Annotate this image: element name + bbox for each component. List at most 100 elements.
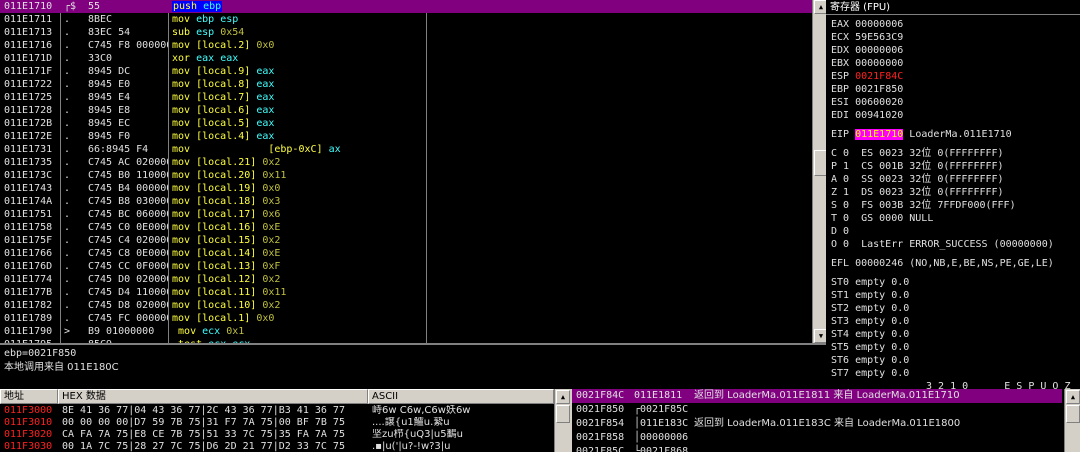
register-value[interactable]: 011E1710 <box>855 129 904 140</box>
disasm-instruction: mov [local.12],0x2 <box>172 274 281 285</box>
disasm-hex: C745 C8 0E000000 <box>88 248 168 259</box>
register-ebp[interactable]: EBP 0021F850 <box>831 83 903 96</box>
register-ebx[interactable]: EBX 00000000 <box>831 57 903 70</box>
register-value[interactable]: 00941020 <box>855 110 903 121</box>
disasm-row[interactable]: 011E1735. C745 AC 02000000 mov [local.21],… <box>0 156 812 169</box>
dump-header-ascii[interactable]: ASCII <box>368 389 554 404</box>
disasm-indicator: . <box>64 92 71 103</box>
stack-row[interactable]: 0021F858 │00000006 <box>572 431 1062 445</box>
disasm-row[interactable]: 011E1728. 8945 E8 mov [local.6],eax <box>0 104 812 117</box>
register-edx[interactable]: EDX 00000006 <box>831 44 903 57</box>
registers-pane[interactable]: 寄存器 (FPU) EAX 00000006 ECX 59E563C9 EDX 00… <box>826 0 1080 389</box>
stack-value: │00000006 <box>634 432 689 443</box>
disasm-row[interactable]: 011E1710 ┌$ 55 push ebp <box>0 0 812 13</box>
scroll-thumb[interactable] <box>556 405 570 423</box>
disasm-indicator: . <box>64 40 71 51</box>
stack-address: 0021F84C <box>576 390 625 401</box>
disasm-row[interactable]: 011E1766. C745 C8 0E000000 mov [local.14],… <box>0 247 812 260</box>
disasm-row[interactable]: 011E1725. 8945 E4 mov [local.7],eax <box>0 91 812 104</box>
disasm-address: 011E1743 <box>4 183 53 194</box>
stack-pane[interactable]: 0021F84C 011E1811 返回到 LoaderMa.011E1811 来自… <box>572 389 1080 452</box>
register-value[interactable]: 0021F84C <box>855 71 903 82</box>
register-esp[interactable]: ESP 0021F84C <box>831 70 903 83</box>
dump-ascii: 峙6w C6w,C6w妖6w <box>372 405 471 416</box>
flag-segment-line[interactable]: D 0 <box>831 225 849 238</box>
stack-row[interactable]: 0021F85C └0021F868 <box>572 445 1062 452</box>
dump-row[interactable]: 011F3030 00 1A 7C 75|28 27 7C 75|D6 2D 21… <box>0 441 554 452</box>
fpu-register[interactable]: ST0 empty 0.0 <box>831 276 909 289</box>
stack-row[interactable]: 0021F84C 011E1811 返回到 LoaderMa.011E1811 来自… <box>572 389 1062 403</box>
dump-header-address[interactable]: 地址 <box>0 389 58 404</box>
dump-hex: 00 1A 7C 75|28 27 7C 75|D6 2D 21 77|D2 3… <box>62 441 345 452</box>
fpu-register[interactable]: ST2 empty 0.0 <box>831 302 909 315</box>
flag-segment-line[interactable]: S 0 FS 003B 32位 7FFDF000(FFF) <box>831 199 1016 212</box>
disasm-row[interactable]: 011E1774. C745 D0 02000000 mov [local.12],… <box>0 273 812 286</box>
disasm-row[interactable]: 011E1731. 66:8945 F4 mov word ptr ss:[ebp-… <box>0 143 812 156</box>
scroll-up-icon[interactable]: ▲ <box>1066 390 1080 404</box>
disasm-row[interactable]: 011E172E. 8945 F0 mov [local.4],eax <box>0 130 812 143</box>
register-value[interactable]: 00000000 <box>855 58 903 69</box>
dump-row[interactable]: 011F3020 CA FA 7A 75|E8 CE 7B 75|51 33 7C… <box>0 429 554 441</box>
dump-header-hex[interactable]: HEX 数据 <box>58 389 368 404</box>
dump-row[interactable]: 011F3000 8E 41 36 77|04 43 36 77|2C 43 36… <box>0 405 554 417</box>
dump-scrollbar[interactable]: ▲ <box>554 389 570 452</box>
scroll-up-icon[interactable]: ▲ <box>556 390 570 404</box>
disasm-indicator: . <box>64 79 71 90</box>
stack-row[interactable]: 0021F850 ┌0021F85C <box>572 403 1062 417</box>
fpu-register[interactable]: ST5 empty 0.0 <box>831 341 909 354</box>
register-name: ESP <box>831 71 850 82</box>
registers-header[interactable]: 寄存器 (FPU) <box>826 0 1080 15</box>
disasm-row[interactable]: 011E171F. 8945 DC mov [local.9],eax <box>0 65 812 78</box>
disasm-row[interactable]: 011E1722. 8945 E0 mov [local.8],eax <box>0 78 812 91</box>
flag-segment-line[interactable]: O 0 LastErr ERROR_SUCCESS (00000000) <box>831 238 1054 251</box>
disasm-row[interactable]: 011E1716. C745 F8 00000000 mov [local.2],0… <box>0 39 812 52</box>
register-value[interactable]: 00000006 <box>855 45 903 56</box>
disassembly-pane[interactable]: 011E1710 ┌$ 55 push ebp 011E1711. 8BEC mov ebp… <box>0 0 812 343</box>
dump-hex: 00 00 00 00|D7 59 7B 75|31 F7 7A 75|00 B… <box>62 417 345 428</box>
disasm-row[interactable]: 011E1751. C745 BC 06000000 mov [local.17],… <box>0 208 812 221</box>
disasm-row[interactable]: 011E1790 > B9 01000000 ┌mov ecx,0x1 <box>0 325 812 338</box>
disasm-row[interactable]: 011E174A. C745 B8 03000000 mov [local.18],… <box>0 195 812 208</box>
flag-segment-line[interactable]: C 0 ES 0023 32位 0(FFFFFFFF) <box>831 147 1004 160</box>
fpu-register[interactable]: ST1 empty 0.0 <box>831 289 909 302</box>
disasm-row[interactable]: 011E173C. C745 B0 11000000 mov [local.20],… <box>0 169 812 182</box>
disassembly-scrollbar[interactable]: ▲ ▼ <box>812 0 828 343</box>
register-edi[interactable]: EDI 00941020 <box>831 109 903 122</box>
disasm-row[interactable]: 011E1782. C745 D8 02000000 mov [local.10],… <box>0 299 812 312</box>
fpu-register[interactable]: ST7 empty 0.0 <box>831 367 909 380</box>
disasm-row[interactable]: 011E175F. C745 C4 02000000 mov [local.15],… <box>0 234 812 247</box>
dump-pane[interactable]: 地址 HEX 数据 ASCII 011F3000 8E 41 36 77|04 4… <box>0 389 570 452</box>
disasm-row[interactable]: 011E1789. C745 FC 00000000 mov [local.1],0… <box>0 312 812 325</box>
flag-segment-line[interactable]: A 0 SS 0023 32位 0(FFFFFFFF) <box>831 173 1004 186</box>
register-value[interactable]: 00600020 <box>855 97 903 108</box>
stack-scrollbar[interactable]: ▲ <box>1064 389 1080 452</box>
disasm-row[interactable]: 011E1758. C745 C0 0E000000 mov [local.16],… <box>0 221 812 234</box>
disasm-row[interactable]: 011E176D. C745 CC 0F000000 mov [local.13],… <box>0 260 812 273</box>
register-value[interactable]: 0021F850 <box>855 84 903 95</box>
register-esi[interactable]: ESI 00600020 <box>831 96 903 109</box>
disasm-row[interactable]: 011E171D. 33C0 xor eax,eax <box>0 52 812 65</box>
dump-ascii: ....譲{u1鱸u.縶u <box>372 417 450 428</box>
stack-row[interactable]: 0021F854 │011E183C 返回到 LoaderMa.011E183C 来… <box>572 417 1062 431</box>
register-eax[interactable]: EAX 00000006 <box>831 18 903 31</box>
flag-segment-line[interactable]: P 1 CS 001B 32位 0(FFFFFFFF) <box>831 160 1004 173</box>
dump-row[interactable]: 011F3010 00 00 00 00|D7 59 7B 75|31 F7 7A… <box>0 417 554 429</box>
disasm-row[interactable]: 011E1711. 8BEC mov ebp,esp <box>0 13 812 26</box>
eflags-line[interactable]: EFL 00000246 (NO,NB,E,BE,NS,PE,GE,LE) <box>831 257 1054 270</box>
register-name: EDI <box>831 110 850 121</box>
register-value[interactable]: 59E563C9 <box>855 32 903 43</box>
disasm-row[interactable]: 011E172B. 8945 EC mov [local.5],eax <box>0 117 812 130</box>
disasm-row[interactable]: 011E177B. C745 D4 11000000 mov [local.11],… <box>0 286 812 299</box>
register-name: ESI <box>831 97 850 108</box>
fpu-register[interactable]: ST3 empty 0.0 <box>831 315 909 328</box>
register-ecx[interactable]: ECX 59E563C9 <box>831 31 903 44</box>
flag-segment-line[interactable]: Z 1 DS 0023 32位 0(FFFFFFFF) <box>831 186 1004 199</box>
fpu-register[interactable]: ST4 empty 0.0 <box>831 328 909 341</box>
disasm-row[interactable]: 011E1713. 83EC 54 sub esp,0x54 <box>0 26 812 39</box>
scroll-thumb[interactable] <box>1066 405 1080 423</box>
disasm-row[interactable]: 011E1743. C745 B4 00000000 mov [local.19],… <box>0 182 812 195</box>
fpu-register[interactable]: ST6 empty 0.0 <box>831 354 909 367</box>
register-eip[interactable]: EIP 011E1710 LoaderMa.011E1710 <box>831 128 1012 141</box>
register-value[interactable]: 00000006 <box>855 19 903 30</box>
flag-segment-line[interactable]: T 0 GS 0000 NULL <box>831 212 933 225</box>
